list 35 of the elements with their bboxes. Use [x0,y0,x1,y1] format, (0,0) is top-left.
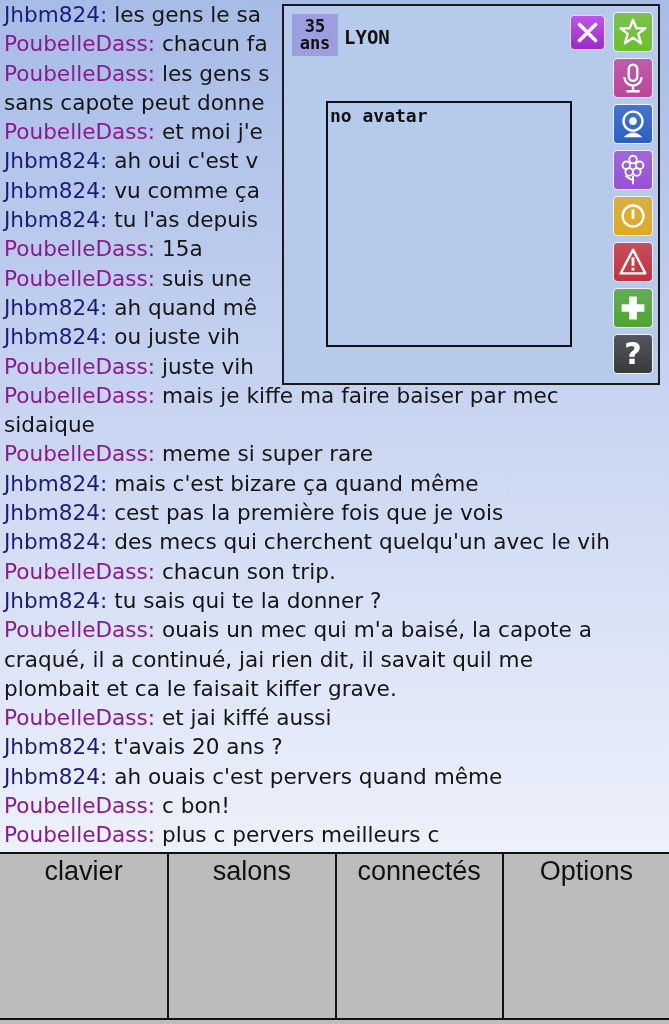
chat-message: Jhbm824: les gens le sa [4,1,261,29]
report-button[interactable] [613,242,653,282]
chat-message: Jhbm824: cest pas la première fois que je vois [4,499,504,528]
chat-message: PoubelleDass: 15a [4,235,203,264]
city-label: LYON [344,26,390,48]
chat-message: Jhbm824: des mecs qui cherchent quelqu'un avec le vih [4,528,610,557]
chat-message: Jhbm824: ah quand mê [4,293,258,322]
chat-message: PoubelleDass: suis une [4,264,252,293]
chat-message: PoubelleDass: ouais un mec qui m'a baisé, la capote a craqué, il a continué, jai rien dit, il savait quil me plombait et ca le faisait kiffer grave. [4,616,593,703]
chat-message: PoubelleDass: juste vih [4,352,254,381]
chat-message: PoubelleDass: chacun fa [4,30,268,59]
chat-message: PoubelleDass: meme si super rare [4,440,374,469]
chat-message: Jhbm824: ah ouais c'est pervers quand même [4,762,503,791]
chat-message: PoubelleDass: et moi j'e [4,118,263,147]
chat-message: PoubelleDass: chacun son trip. [4,557,336,586]
chat-message: Jhbm824: vu comme ça [4,176,260,205]
age-badge: 35 ans [292,14,338,56]
close-button[interactable] [570,15,605,50]
avatar-frame: no avatar [326,101,572,347]
chat-message: Jhbm824: mais c'est bizare ça quand même [4,469,479,498]
help-button[interactable]: ? [613,334,653,374]
gift-button[interactable] [613,150,653,190]
chat-message: sans capote peut donne [4,88,265,117]
chat-message: PoubelleDass: et jai kiffé aussi [4,704,332,733]
chat-message: PoubelleDass: les gens s [4,59,270,88]
chat-message: PoubelleDass: c bon! [4,792,230,820]
add-button[interactable] [613,288,653,328]
chat-message: PoubelleDass: plus c pervers meilleurs c [4,821,440,850]
chat-message: Jhbm824: ou juste vih [4,323,240,352]
chat-message: Jhbm824: t'avais 20 ans ? [4,733,283,762]
chat-message: Jhbm824: tu sais qui te la donner ? [4,586,382,615]
webcam-button[interactable] [613,104,653,144]
chat-message: Jhbm824: ah oui c'est v [4,147,259,176]
voice-button[interactable] [613,58,653,98]
chat-message: Jhbm824: tu l'as depuis [4,206,259,235]
